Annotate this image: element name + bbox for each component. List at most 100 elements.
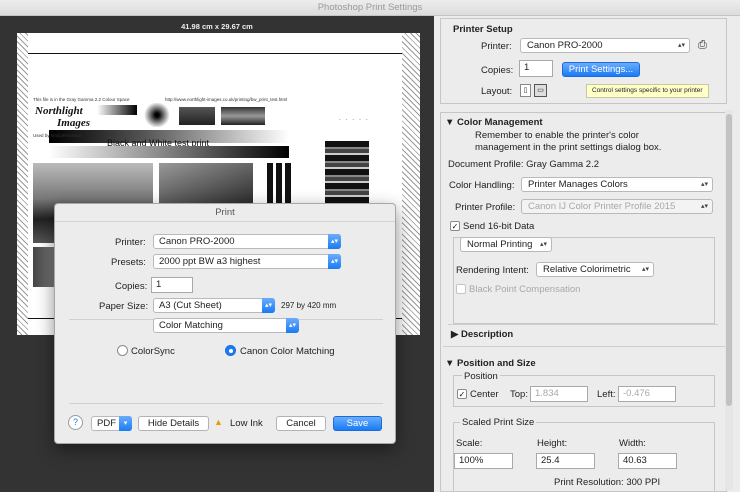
radial-gradient bbox=[143, 103, 171, 127]
canon-matching-label: Canon Color Matching bbox=[240, 346, 335, 357]
panel-scrollbar[interactable] bbox=[725, 110, 733, 490]
color-management-heading[interactable]: ▼ Color Management bbox=[445, 117, 543, 128]
send-16bit-label: Send 16-bit Data bbox=[463, 221, 535, 232]
chevron-down-icon: ▾ bbox=[119, 416, 132, 431]
scale-field[interactable]: 100% bbox=[454, 453, 513, 469]
document-profile: Document Profile: Gray Gamma 2.2 bbox=[448, 159, 599, 170]
send-16bit-checkbox[interactable]: ✓ bbox=[450, 221, 460, 231]
warning-icon: ▲ bbox=[214, 417, 223, 427]
top-field[interactable]: 1.834 bbox=[530, 386, 588, 402]
width-label: Width: bbox=[619, 438, 646, 449]
rendering-intent-label: Rendering Intent: bbox=[456, 265, 529, 276]
height-field[interactable]: 25.4 bbox=[536, 453, 595, 469]
presets-label: Presets: bbox=[111, 257, 146, 268]
height-label: Height: bbox=[537, 438, 568, 449]
colorsync-label: ColorSync bbox=[131, 346, 175, 357]
copies-field[interactable]: 1 bbox=[519, 60, 553, 77]
dash-row-1: - - - - - bbox=[339, 117, 370, 122]
window-title: Photoshop Print Settings bbox=[0, 0, 740, 16]
select-arrows-icon: ▴▾ bbox=[700, 203, 708, 210]
top-label: Top: bbox=[510, 389, 528, 400]
color-handling-select[interactable]: Printer Manages Colors ▴▾ bbox=[521, 177, 713, 192]
print-mode-select[interactable]: Normal Printing ▴▾ bbox=[460, 237, 552, 252]
panel-select[interactable]: Color Matching ▴▾ bbox=[153, 318, 299, 333]
margin-hatch-left bbox=[17, 33, 28, 335]
low-ink-label: Low Ink bbox=[230, 418, 263, 429]
margin-hatch-right bbox=[402, 33, 420, 335]
crop-line-top bbox=[28, 53, 402, 54]
left-label: Left: bbox=[597, 389, 616, 400]
select-arrows-icon: ▴▾ bbox=[286, 318, 299, 333]
printer-profile-label: Printer Profile: bbox=[455, 202, 516, 213]
dialog-printer-select[interactable]: Canon PRO-2000 ▴▾ bbox=[153, 234, 341, 249]
reminder-line2: management in the print settings dialog … bbox=[475, 142, 662, 153]
sample-image-1 bbox=[179, 107, 215, 125]
select-arrows-icon: ▴▾ bbox=[328, 254, 341, 269]
select-arrows-icon: ▴▾ bbox=[700, 181, 708, 188]
layout-label: Layout: bbox=[481, 86, 513, 97]
printer-select[interactable]: Canon PRO-2000 ▴▾ bbox=[520, 38, 690, 53]
printer-setup-heading: Printer Setup bbox=[453, 24, 513, 35]
center-checkbox[interactable]: ✓ bbox=[457, 389, 467, 399]
dialog-title: Print bbox=[55, 204, 395, 222]
color-handling-label: Color Handling: bbox=[449, 180, 515, 191]
portrait-layout-icon[interactable]: ▯ bbox=[520, 84, 531, 97]
reminder-line1: Remember to enable the printer's color bbox=[475, 130, 639, 141]
dialog-printer-label: Printer: bbox=[115, 237, 146, 248]
select-arrows-icon: ▴▾ bbox=[677, 42, 685, 49]
cancel-button[interactable]: Cancel bbox=[276, 416, 326, 431]
colorsync-radio[interactable] bbox=[117, 345, 128, 356]
canon-matching-radio[interactable] bbox=[225, 345, 236, 356]
disclosure-closed-icon: ▶ bbox=[451, 329, 461, 340]
black-point-checkbox[interactable] bbox=[456, 284, 466, 294]
select-arrows-icon: ▴▾ bbox=[262, 298, 275, 313]
select-arrows-icon: ▴▾ bbox=[328, 234, 341, 249]
black-point-label: Black Point Compensation bbox=[469, 284, 581, 295]
dialog-copies-label: Copies: bbox=[115, 281, 148, 292]
select-arrows-icon: ▴▾ bbox=[641, 266, 649, 273]
scale-label: Scale: bbox=[456, 438, 483, 449]
paper-size-select[interactable]: A3 (Cut Sheet) ▴▾ bbox=[153, 298, 275, 313]
paper-size-label: Paper Size: bbox=[99, 301, 149, 312]
pdf-menu-button[interactable]: PDF ▾ bbox=[91, 416, 132, 431]
logo-line1: Northlight bbox=[35, 105, 83, 117]
tone-ramp-bar-2 bbox=[49, 146, 289, 158]
printer-profile-select[interactable]: Canon IJ Color Printer Profile 2015 ▴▾ bbox=[521, 199, 713, 214]
width-field[interactable]: 40.63 bbox=[618, 453, 677, 469]
gradient-bar bbox=[97, 105, 137, 115]
printer-label: Printer: bbox=[481, 41, 512, 52]
save-button[interactable]: Save bbox=[333, 416, 382, 431]
logo-line2: Images bbox=[57, 117, 90, 129]
position-label: Position bbox=[462, 371, 500, 382]
print-settings-window: Photoshop Print Settings 41.98 cm x 29.6… bbox=[0, 0, 740, 492]
left-field[interactable]: -0.476 bbox=[618, 386, 676, 402]
dialog-copies-field[interactable]: 1 bbox=[151, 277, 193, 293]
printer-add-icon[interactable]: ⎙ bbox=[698, 38, 712, 52]
disclosure-open-icon: ▼ bbox=[445, 358, 458, 369]
tiny-text-3: Used by kind permission bbox=[33, 133, 83, 138]
divider bbox=[443, 346, 725, 347]
presets-select[interactable]: 2000 ppt BW a3 highest ▴▾ bbox=[153, 254, 341, 269]
help-button[interactable]: ? bbox=[68, 415, 83, 430]
description-heading[interactable]: ▶ Description bbox=[451, 329, 513, 340]
tiny-text-2: http://www.northlight-images.co.uk/print… bbox=[165, 97, 288, 102]
scaled-size-label: Scaled Print Size bbox=[460, 417, 537, 428]
hide-details-button[interactable]: Hide Details bbox=[138, 416, 209, 431]
paper-dimensions: 41.98 cm x 29.67 cm bbox=[181, 22, 253, 31]
disclosure-open-icon: ▼ bbox=[445, 117, 458, 128]
rendering-intent-select[interactable]: Relative Colorimetric ▴▾ bbox=[536, 262, 654, 277]
landscape-layout-icon[interactable]: ▭ bbox=[534, 84, 547, 97]
position-size-heading[interactable]: ▼ Position and Size bbox=[445, 358, 536, 369]
select-arrows-icon: ▴▾ bbox=[539, 241, 547, 248]
print-dialog: Print Printer: Canon PRO-2000 ▴▾ Presets:… bbox=[54, 203, 396, 444]
paper-size-dims: 297 by 420 mm bbox=[281, 301, 337, 310]
divider bbox=[448, 324, 718, 325]
print-settings-button[interactable]: Print Settings... bbox=[562, 62, 640, 77]
step-wedge bbox=[325, 141, 369, 211]
divider bbox=[69, 403, 383, 404]
print-settings-tooltip: Control settings specific to your printe… bbox=[586, 84, 709, 98]
print-resolution: Print Resolution: 300 PPI bbox=[554, 477, 661, 488]
tiny-text-1: This file is in the Gray Gamma 2.2 Colou… bbox=[33, 97, 130, 102]
scrollbar-thumb[interactable] bbox=[726, 114, 732, 406]
sample-image-2 bbox=[221, 107, 265, 125]
